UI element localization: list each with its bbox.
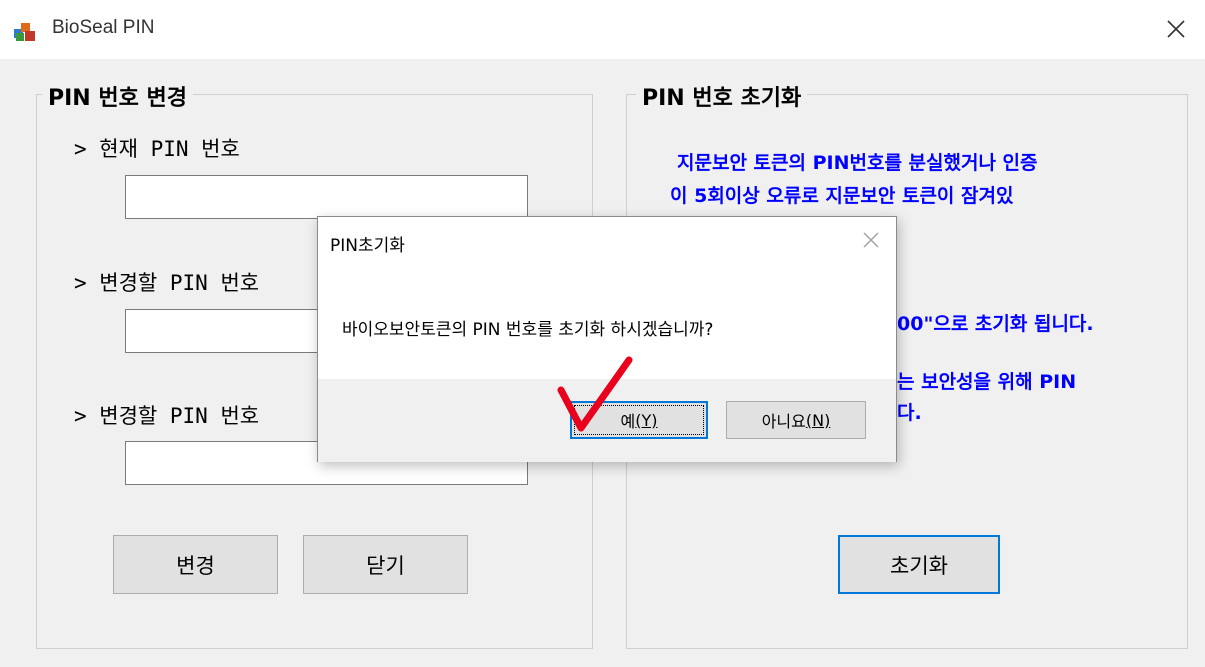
- no-button[interactable]: 아니요 (N): [726, 401, 866, 439]
- dialog-button-bar: 예 (Y) 아니요 (N): [318, 379, 896, 462]
- reset-info-line-4: 는 보안성을 위해 PIN: [897, 371, 1077, 393]
- reset-info-line-5: 다.: [897, 402, 922, 424]
- no-button-label: 아니요: [761, 412, 806, 431]
- window-title: BioSeal PIN: [52, 17, 155, 38]
- bioseal-app-icon: [14, 23, 35, 41]
- new-pin-label: > 변경할 PIN 번호: [74, 271, 260, 295]
- change-button[interactable]: 변경: [113, 535, 278, 594]
- reset-info-line-1: 지문보안 토큰의 PIN번호를 분실했거나 인증: [677, 152, 1038, 174]
- title-bar: BioSeal PIN: [0, 0, 1205, 60]
- dialog-title: PIN초기화: [330, 236, 405, 256]
- close-icon[interactable]: [1163, 16, 1189, 42]
- pin-change-group-title: PIN 번호 변경: [42, 80, 194, 112]
- reset-button[interactable]: 초기화: [838, 535, 1000, 594]
- yes-button-label: 예: [620, 412, 636, 431]
- current-pin-label: > 현재 PIN 번호: [74, 137, 240, 161]
- reset-info-line-2: 이 5회이상 오류로 지문보안 토큰이 잠겨있: [670, 185, 1014, 207]
- reset-confirm-dialog: PIN초기화 바이오보안토큰의 PIN 번호를 초기화 하시겠습니까? 예 (Y)…: [317, 216, 897, 462]
- pin-reset-group-title: PIN 번호 초기화: [636, 80, 808, 112]
- dialog-close-icon[interactable]: [860, 229, 882, 251]
- dialog-message: 바이오보안토큰의 PIN 번호를 초기화 하시겠습니까?: [342, 320, 714, 340]
- current-pin-input[interactable]: [125, 175, 528, 219]
- close-button[interactable]: 닫기: [303, 535, 468, 594]
- reset-info-line-3: 00"으로 초기화 됩니다.: [897, 313, 1094, 335]
- yes-button-mnemonic: (Y): [635, 410, 658, 430]
- yes-button[interactable]: 예 (Y): [570, 401, 708, 439]
- no-button-mnemonic: (N): [805, 410, 831, 430]
- confirm-pin-label: > 변경할 PIN 번호: [74, 404, 260, 428]
